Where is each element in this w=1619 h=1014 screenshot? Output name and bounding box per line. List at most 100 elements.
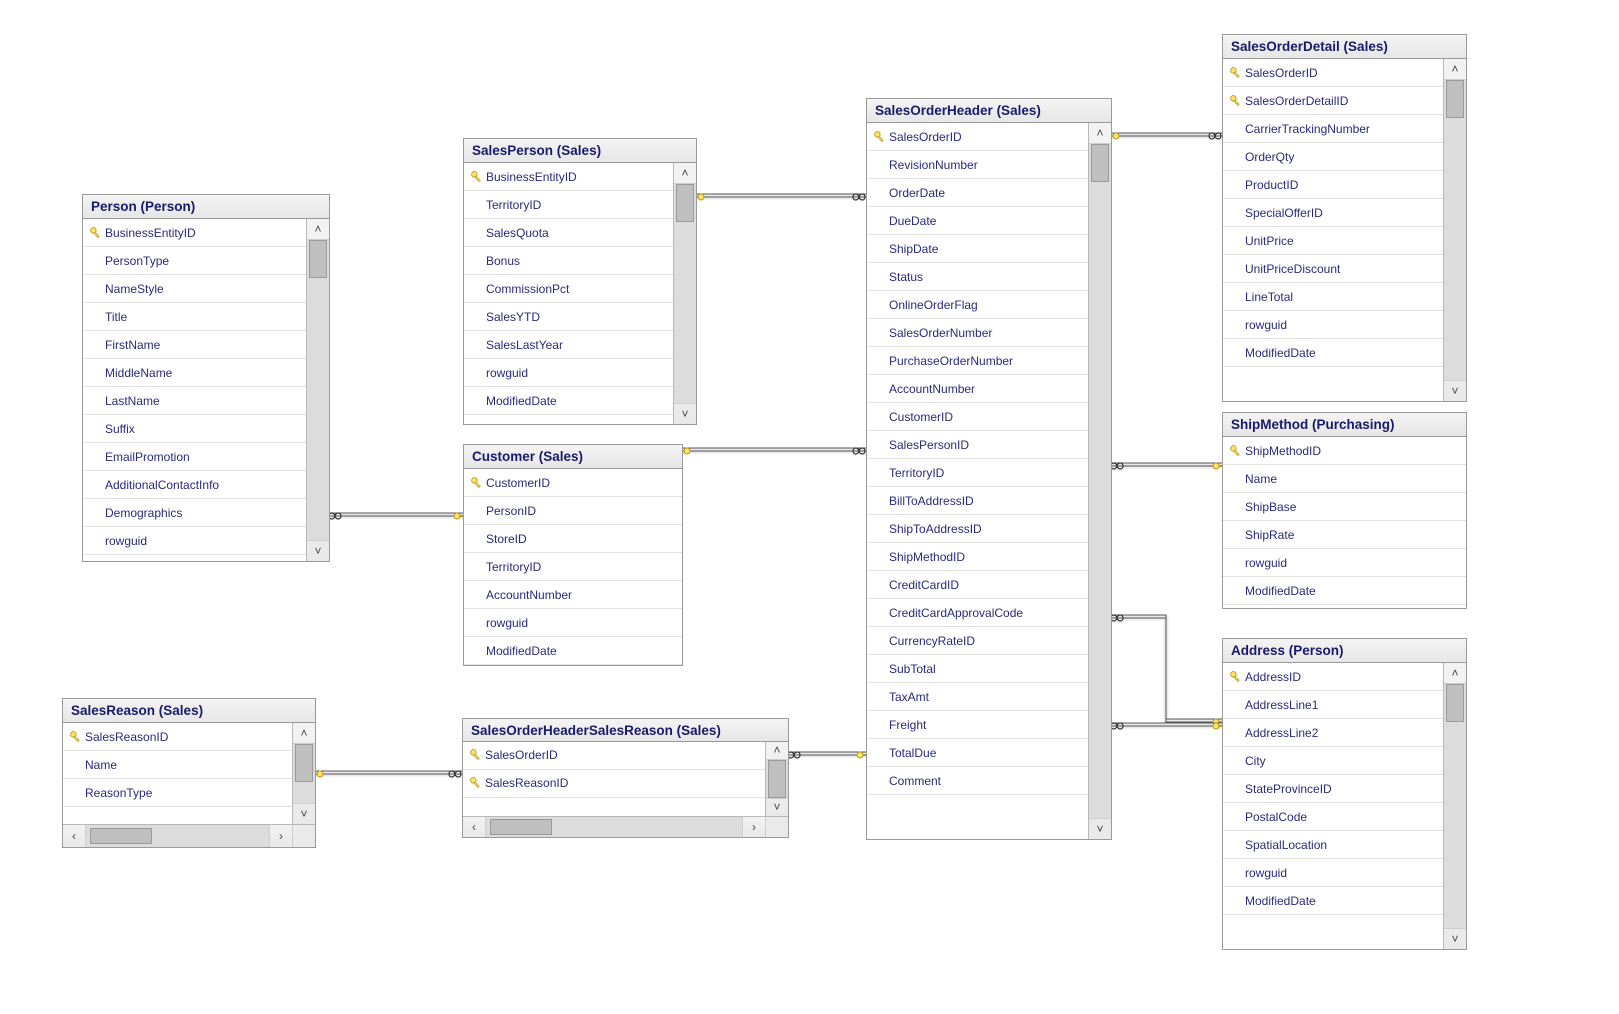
scroll-right-icon[interactable]: ›: [269, 825, 292, 847]
column-row[interactable]: City: [1223, 747, 1443, 775]
column-row[interactable]: CurrencyRateID: [867, 627, 1088, 655]
column-row[interactable]: PurchaseOrderNumber: [867, 347, 1088, 375]
column-row[interactable]: Name: [63, 751, 292, 779]
table-soh[interactable]: SalesOrderHeader (Sales)SalesOrderIDRevi…: [866, 98, 1112, 840]
column-row[interactable]: Demographics: [83, 499, 306, 527]
scroll-track[interactable]: [766, 760, 788, 798]
column-row[interactable]: SalesQuota: [464, 219, 673, 247]
scroll-down-icon[interactable]: ˅: [1444, 928, 1466, 949]
scroll-track[interactable]: [1444, 80, 1466, 380]
column-row[interactable]: NameStyle: [83, 275, 306, 303]
column-row[interactable]: UnitPrice: [1223, 227, 1443, 255]
scroll-thumb[interactable]: [768, 760, 786, 798]
column-row[interactable]: CustomerID: [464, 469, 682, 497]
table-shipmethod[interactable]: ShipMethod (Purchasing)ShipMethodIDNameS…: [1222, 412, 1467, 609]
table-salesperson[interactable]: SalesPerson (Sales)BusinessEntityIDTerri…: [463, 138, 697, 425]
scroll-track[interactable]: [1444, 684, 1466, 928]
column-row[interactable]: Name: [1223, 465, 1466, 493]
column-row[interactable]: SalesOrderDetailID: [1223, 87, 1443, 115]
column-row[interactable]: CreditCardID: [867, 571, 1088, 599]
scroll-track[interactable]: [307, 240, 329, 540]
column-row[interactable]: Title: [83, 303, 306, 331]
column-row[interactable]: Freight: [867, 711, 1088, 739]
column-row[interactable]: MiddleName: [83, 359, 306, 387]
column-row[interactable]: ShipToAddressID: [867, 515, 1088, 543]
column-row[interactable]: rowguid: [464, 359, 673, 387]
column-row[interactable]: TerritoryID: [867, 459, 1088, 487]
column-row[interactable]: ModifiedDate: [464, 387, 673, 415]
scroll-track[interactable]: [1089, 144, 1111, 818]
column-row[interactable]: LastName: [83, 387, 306, 415]
horizontal-scrollbar[interactable]: ‹›: [463, 816, 788, 837]
column-row[interactable]: PersonID: [464, 497, 682, 525]
table-header[interactable]: Address (Person): [1223, 639, 1466, 663]
vertical-scrollbar[interactable]: ˄˅: [1443, 59, 1466, 401]
column-row[interactable]: BusinessEntityID: [83, 219, 306, 247]
column-row[interactable]: Comment: [867, 767, 1088, 795]
scroll-up-icon[interactable]: ˄: [766, 742, 788, 760]
table-header[interactable]: SalesOrderDetail (Sales): [1223, 35, 1466, 59]
scroll-thumb[interactable]: [90, 828, 152, 844]
column-row[interactable]: ShipDate: [867, 235, 1088, 263]
column-row[interactable]: rowguid: [1223, 549, 1466, 577]
column-row[interactable]: BusinessEntityID: [464, 163, 673, 191]
scroll-up-icon[interactable]: ˄: [1444, 663, 1466, 684]
column-row[interactable]: SalesOrderID: [1223, 59, 1443, 87]
table-person[interactable]: Person (Person)BusinessEntityIDPersonTyp…: [82, 194, 330, 562]
scroll-track[interactable]: [86, 825, 269, 847]
column-row[interactable]: OrderQty: [1223, 143, 1443, 171]
scroll-up-icon[interactable]: ˄: [307, 219, 329, 240]
column-row[interactable]: SalesReasonID: [463, 770, 765, 798]
horizontal-scrollbar[interactable]: ‹›: [63, 824, 315, 847]
column-row[interactable]: SalesOrderID: [867, 123, 1088, 151]
column-row[interactable]: SalesOrderNumber: [867, 319, 1088, 347]
scroll-track[interactable]: [293, 744, 315, 803]
column-row[interactable]: Status: [867, 263, 1088, 291]
scroll-thumb[interactable]: [490, 819, 552, 835]
scroll-thumb[interactable]: [295, 744, 313, 782]
column-row[interactable]: AdditionalContactInfo: [83, 471, 306, 499]
table-salesreason[interactable]: SalesReason (Sales)SalesReasonIDNameReas…: [62, 698, 316, 848]
vertical-scrollbar[interactable]: ˄˅: [1088, 123, 1111, 839]
scroll-down-icon[interactable]: ˅: [1444, 380, 1466, 401]
table-header[interactable]: Person (Person): [83, 195, 329, 219]
scroll-up-icon[interactable]: ˄: [293, 723, 315, 744]
scroll-track[interactable]: [486, 817, 742, 837]
column-row[interactable]: SubTotal: [867, 655, 1088, 683]
column-row[interactable]: PersonType: [83, 247, 306, 275]
scroll-thumb[interactable]: [1446, 684, 1464, 722]
column-row[interactable]: ModifiedDate: [1223, 339, 1443, 367]
table-header[interactable]: ShipMethod (Purchasing): [1223, 413, 1466, 437]
column-row[interactable]: TaxAmt: [867, 683, 1088, 711]
column-row[interactable]: OnlineOrderFlag: [867, 291, 1088, 319]
scroll-right-icon[interactable]: ›: [742, 817, 765, 837]
diagram-canvas[interactable]: Person (Person)BusinessEntityIDPersonTyp…: [0, 0, 1619, 1014]
column-row[interactable]: AddressLine1: [1223, 691, 1443, 719]
column-row[interactable]: TerritoryID: [464, 553, 682, 581]
column-row[interactable]: SalesPersonID: [867, 431, 1088, 459]
vertical-scrollbar[interactable]: ˄˅: [306, 219, 329, 561]
scroll-up-icon[interactable]: ˄: [1089, 123, 1111, 144]
column-row[interactable]: Bonus: [464, 247, 673, 275]
scroll-down-icon[interactable]: ˅: [307, 540, 329, 561]
vertical-scrollbar[interactable]: ˄˅: [673, 163, 696, 424]
table-address[interactable]: Address (Person)AddressIDAddressLine1Add…: [1222, 638, 1467, 950]
column-row[interactable]: ShipMethodID: [1223, 437, 1466, 465]
scroll-up-icon[interactable]: ˄: [1444, 59, 1466, 80]
column-row[interactable]: DueDate: [867, 207, 1088, 235]
column-row[interactable]: rowguid: [464, 609, 682, 637]
column-row[interactable]: ShipBase: [1223, 493, 1466, 521]
column-row[interactable]: TerritoryID: [464, 191, 673, 219]
table-header[interactable]: Customer (Sales): [464, 445, 682, 469]
column-row[interactable]: FirstName: [83, 331, 306, 359]
column-row[interactable]: AccountNumber: [464, 581, 682, 609]
table-header[interactable]: SalesPerson (Sales): [464, 139, 696, 163]
column-row[interactable]: SpatialLocation: [1223, 831, 1443, 859]
column-row[interactable]: SalesOrderID: [463, 742, 765, 770]
column-row[interactable]: ProductID: [1223, 171, 1443, 199]
vertical-scrollbar[interactable]: ˄˅: [1443, 663, 1466, 949]
table-sod[interactable]: SalesOrderDetail (Sales)SalesOrderIDSale…: [1222, 34, 1467, 402]
column-row[interactable]: ModifiedDate: [464, 637, 682, 665]
column-row[interactable]: ShipRate: [1223, 521, 1466, 549]
column-row[interactable]: StoreID: [464, 525, 682, 553]
